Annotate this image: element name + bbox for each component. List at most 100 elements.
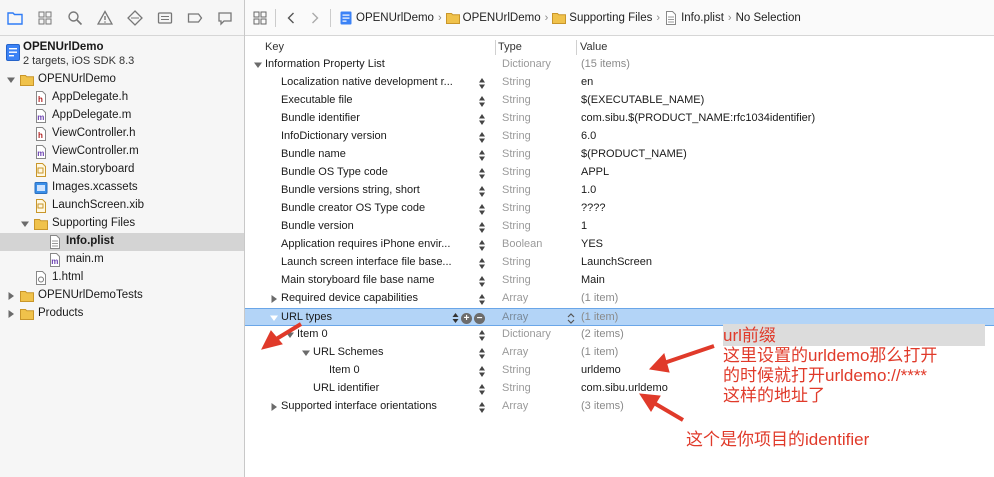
- plist-key[interactable]: Bundle OS Type code: [281, 166, 470, 178]
- plist-type[interactable]: String: [502, 364, 531, 376]
- add-item-icon[interactable]: +: [461, 312, 472, 324]
- file-tree-item[interactable]: Images.xcassets: [0, 179, 244, 197]
- remove-item-icon[interactable]: −: [474, 312, 485, 324]
- disclosure-open-icon[interactable]: [286, 331, 294, 339]
- disclosure-open-icon[interactable]: [20, 219, 30, 229]
- key-stepper-icon[interactable]: [478, 401, 486, 414]
- disclosure-open-icon[interactable]: [270, 314, 278, 322]
- plist-row[interactable]: Supported interface orientations Array (3 …: [245, 398, 994, 416]
- plist-type[interactable]: String: [502, 130, 531, 142]
- plist-key[interactable]: Information Property List: [265, 58, 470, 70]
- column-type-header[interactable]: Type: [498, 41, 522, 53]
- plist-key[interactable]: Item 0: [329, 364, 470, 376]
- key-stepper-icon[interactable]: [452, 312, 459, 324]
- plist-key[interactable]: Supported interface orientations: [281, 400, 470, 412]
- plist-type[interactable]: String: [502, 220, 531, 232]
- plist-key[interactable]: URL Schemes: [313, 346, 470, 358]
- breadcrumb-selection[interactable]: No Selection: [736, 12, 801, 24]
- plist-row[interactable]: Bundle versions string, short String 1.0: [245, 182, 994, 200]
- column-key-header[interactable]: Key: [265, 41, 284, 53]
- key-stepper-icon[interactable]: [478, 293, 486, 306]
- breadcrumb-group[interactable]: OPENUrlDemo: [445, 11, 541, 25]
- plist-value[interactable]: en: [581, 76, 593, 88]
- plist-value[interactable]: (1 item): [581, 311, 618, 323]
- plist-type[interactable]: String: [502, 94, 531, 106]
- plist-type[interactable]: Array: [502, 311, 528, 323]
- plist-type[interactable]: String: [502, 202, 531, 214]
- plist-value[interactable]: ????: [581, 202, 605, 214]
- plist-value[interactable]: $(PRODUCT_NAME): [581, 148, 687, 160]
- plist-value[interactable]: (1 item): [581, 346, 618, 358]
- plist-key[interactable]: InfoDictionary version: [281, 130, 470, 142]
- plist-key[interactable]: Bundle name: [281, 148, 470, 160]
- plist-key[interactable]: Application requires iPhone envir...: [281, 238, 470, 250]
- plist-row[interactable]: Executable file String $(EXECUTABLE_NAME): [245, 92, 994, 110]
- plist-key[interactable]: Required device capabilities: [281, 292, 470, 304]
- file-tree-item[interactable]: m main.m: [0, 251, 244, 269]
- folder-icon[interactable]: [4, 7, 26, 29]
- plist-type[interactable]: String: [502, 274, 531, 286]
- column-value-header[interactable]: Value: [580, 41, 607, 53]
- plist-value[interactable]: com.sibu.$(PRODUCT_NAME:rfc1034identifie…: [581, 112, 815, 124]
- plist-type[interactable]: String: [502, 166, 531, 178]
- key-stepper-icon[interactable]: [478, 257, 486, 270]
- debug-icon[interactable]: [154, 7, 176, 29]
- file-tree-item[interactable]: Info.plist: [0, 233, 244, 251]
- plist-value[interactable]: (3 items): [581, 400, 624, 412]
- file-tree-item[interactable]: m AppDelegate.m: [0, 107, 244, 125]
- hierarchy-icon[interactable]: [34, 7, 56, 29]
- plist-type[interactable]: Array: [502, 400, 528, 412]
- plist-type[interactable]: Array: [502, 346, 528, 358]
- file-tree-item[interactable]: 1.html: [0, 269, 244, 287]
- plist-key[interactable]: Localization native development r...: [281, 76, 470, 88]
- plist-row[interactable]: Required device capabilities Array (1 item…: [245, 290, 994, 308]
- plist-value[interactable]: Main: [581, 274, 605, 286]
- project-header[interactable]: OPENUrlDemo 2 targets, iOS SDK 8.3: [0, 39, 244, 71]
- file-tree-item[interactable]: Products: [0, 305, 244, 323]
- plist-row[interactable]: Bundle creator OS Type code String????: [245, 200, 994, 218]
- plist-key[interactable]: URL identifier: [313, 382, 470, 394]
- plist-key[interactable]: Item 0: [297, 328, 470, 340]
- plist-value[interactable]: YES: [581, 238, 603, 250]
- key-stepper-icon[interactable]: [478, 221, 486, 234]
- plist-key[interactable]: Launch screen interface file base...: [281, 256, 470, 268]
- file-tree-item[interactable]: h ViewController.h: [0, 125, 244, 143]
- plist-value[interactable]: 1: [581, 220, 587, 232]
- file-tree-item[interactable]: LaunchScreen.xib: [0, 197, 244, 215]
- plist-row[interactable]: Bundle identifier String com.sibu.$(PRODUC…: [245, 110, 994, 128]
- plist-value[interactable]: 6.0: [581, 130, 596, 142]
- plist-value[interactable]: 1.0: [581, 184, 596, 196]
- file-tree-item[interactable]: Main.storyboard: [0, 161, 244, 179]
- key-stepper-icon[interactable]: [478, 203, 486, 216]
- plist-key[interactable]: Bundle creator OS Type code: [281, 202, 470, 214]
- plist-value[interactable]: $(EXECUTABLE_NAME): [581, 94, 704, 106]
- plist-key[interactable]: Bundle identifier: [281, 112, 470, 124]
- disclosure-closed-icon[interactable]: [270, 403, 278, 411]
- column-divider[interactable]: [495, 40, 496, 55]
- breadcrumb-supporting-files[interactable]: Supporting Files: [552, 11, 652, 25]
- disclosure-open-icon[interactable]: [254, 61, 262, 69]
- key-stepper-icon[interactable]: [478, 383, 486, 396]
- plist-type[interactable]: String: [502, 256, 531, 268]
- plist-key[interactable]: Executable file: [281, 94, 470, 106]
- plist-key[interactable]: Bundle version: [281, 220, 470, 232]
- plist-row[interactable]: Main storyboard file base name String Main: [245, 272, 994, 290]
- plist-value[interactable]: com.sibu.urldemo: [581, 382, 668, 394]
- breadcrumb-project[interactable]: OPENUrlDemo: [339, 11, 434, 25]
- disclosure-closed-icon[interactable]: [6, 309, 16, 319]
- plist-value[interactable]: (2 items): [581, 328, 624, 340]
- key-stepper-icon[interactable]: [478, 365, 486, 378]
- file-tree-item[interactable]: m ViewController.m: [0, 143, 244, 161]
- key-stepper-icon[interactable]: [478, 95, 486, 108]
- plist-value[interactable]: APPL: [581, 166, 609, 178]
- plist-value[interactable]: LaunchScreen: [581, 256, 652, 268]
- test-diamond-icon[interactable]: [124, 7, 146, 29]
- plist-type[interactable]: String: [502, 382, 531, 394]
- plist-key[interactable]: URL types: [281, 311, 470, 323]
- plist-row[interactable]: Application requires iPhone envir... Bool…: [245, 236, 994, 254]
- log-icon[interactable]: [214, 7, 236, 29]
- plist-row[interactable]: Bundle name String $(PRODUCT_NAME): [245, 146, 994, 164]
- plist-row[interactable]: Launch screen interface file base... Stri…: [245, 254, 994, 272]
- disclosure-closed-icon[interactable]: [270, 295, 278, 303]
- file-tree-item[interactable]: OPENUrlDemoTests: [0, 287, 244, 305]
